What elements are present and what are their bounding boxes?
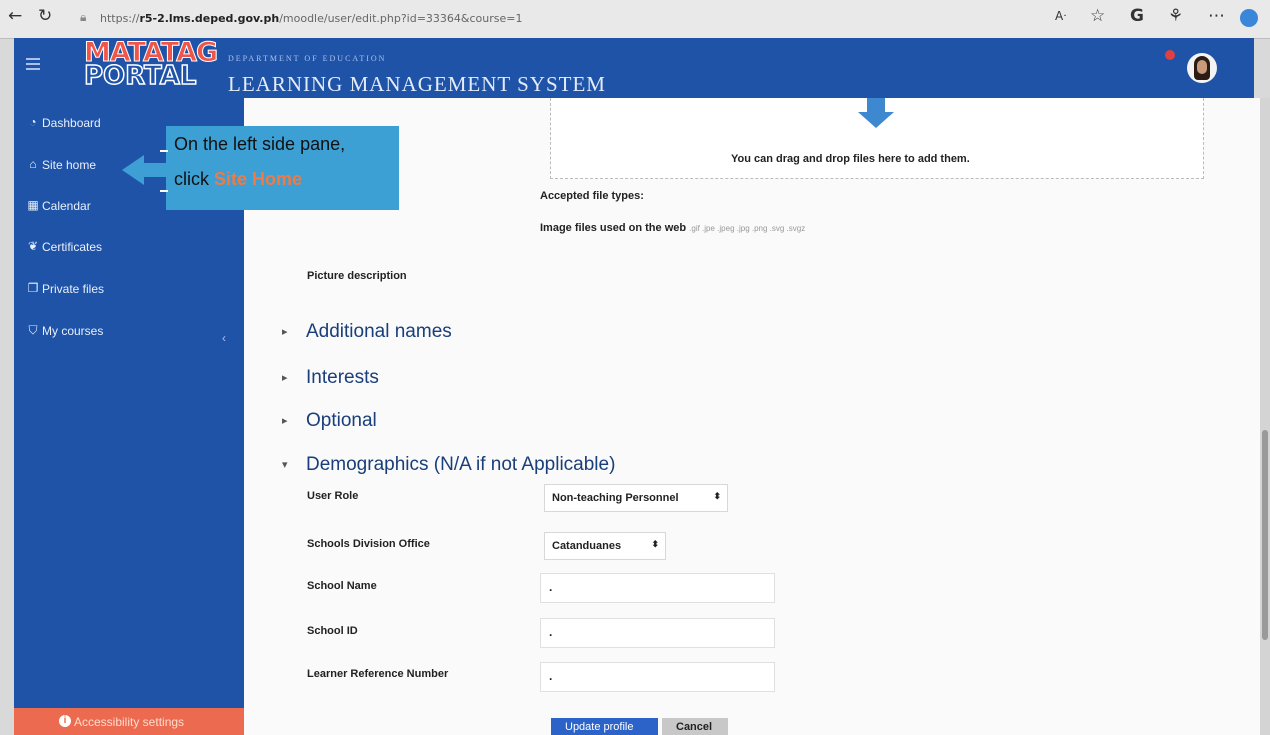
lock-icon[interactable]: 🔒︎ [80,10,86,25]
profile-icon[interactable]: G [1130,6,1144,26]
section-title: Demographics (N/A if not Applicable) [306,454,616,475]
file-icon: ❐ [27,281,39,295]
refresh-icon[interactable]: ↻ [38,6,52,26]
accepted-file-types-label: Accepted file types: [540,190,644,202]
sidebar-item-label: Calendar [42,199,91,213]
instruction-callout: On the left side pane, click Site Home [166,126,399,210]
sidebar-item-label: Site home [42,158,97,172]
address-bar[interactable]: https://r5-2.lms.deped.gov.ph/moodle/use… [100,12,522,25]
callout-arrow-icon [122,155,144,185]
callout-line2: click Site Home [174,169,302,190]
accessibility-icon: i [59,715,71,727]
update-profile-label: Update profile [565,721,634,733]
caret-right-icon: ▸ [282,372,288,385]
section-optional[interactable]: ▸ Optional [282,410,377,432]
caret-down-icon: ▾ [282,459,288,472]
dashboard-icon: ◔ [29,115,37,129]
caret-right-icon: ▸ [282,326,288,339]
callout-prefix: click [174,169,214,189]
dropzone-text: You can drag and drop files here to add … [731,153,970,165]
cancel-label: Cancel [676,721,713,733]
user-avatar[interactable] [1187,53,1217,83]
sidebar-item-certificates[interactable]: ❦ Certificates [14,234,244,260]
section-title: Interests [306,367,379,388]
lrn-value: . [549,669,553,683]
certificate-icon: ❦ [27,239,39,253]
sidebar-item-label: Dashboard [42,116,101,130]
url-path: /moodle/user/edit.php?id=33364&course=1 [279,12,523,25]
graduation-cap-icon: ⛉ [28,323,38,337]
user-role-select[interactable]: Non-teaching Personnel ⬍ [544,484,728,512]
browser-toolbar: ← ↻ 🔒︎ https://r5-2.lms.deped.gov.ph/moo… [0,0,1270,39]
accessibility-label: Accessibility settings [74,715,185,729]
copilot-icon[interactable] [1240,9,1258,27]
favorite-star-icon[interactable]: ☆ [1090,6,1105,26]
scrollbar-thumb[interactable] [1262,430,1268,640]
download-arrow-icon [867,98,885,112]
schools-division-office-label: Schools Division Office [307,538,430,550]
school-id-input[interactable]: . [540,618,775,648]
site-title: LEARNING MANAGEMENT SYSTEM [228,72,606,96]
cancel-button[interactable]: Cancel [662,718,728,735]
sidebar-item-label: My courses [42,324,104,338]
logo-portal[interactable]: PORTAL [83,62,197,90]
notification-badge[interactable] [1165,50,1175,60]
image-extensions: .gif .jpe .jpeg .jpg .png .svg .svgz [689,224,806,233]
department-label: DEPARTMENT OF EDUCATION [228,54,387,63]
user-role-label: User Role [307,490,359,502]
section-title: Optional [306,410,377,431]
section-additional-names[interactable]: ▸ Additional names [282,321,452,343]
sidebar-item-label: Certificates [42,240,103,254]
picture-description-label: Picture description [307,270,407,282]
download-arrow-head [858,112,894,128]
school-id-value: . [549,625,553,639]
callout-bracket-top [160,150,168,152]
home-icon: ⌂ [29,157,37,171]
calendar-icon: ▦ [27,198,39,212]
sidebar-item-label: Private files [42,282,105,296]
section-title: Additional names [306,321,452,342]
callout-line1: On the left side pane, [174,134,346,154]
lrn-input[interactable]: . [540,662,775,692]
file-dropzone[interactable]: You can drag and drop files here to add … [550,98,1204,179]
callout-arrow-body [144,163,168,177]
extensions-icon[interactable]: ⚘ [1168,6,1183,26]
image-files-label: Image files used on the web .gif .jpe .j… [540,222,805,234]
school-name-label: School Name [307,580,377,592]
school-id-label: School ID [307,625,358,637]
chevron-left-icon[interactable]: ‹ [222,331,226,345]
school-name-input[interactable]: . [540,573,775,603]
section-demographics[interactable]: ▾ Demographics (N/A if not Applicable) [282,454,615,476]
url-prefix: https:// [100,12,140,25]
more-icon[interactable]: ⋯ [1208,6,1225,26]
app-header: MATATAG PORTAL DEPARTMENT OF EDUCATION L… [14,38,1254,98]
select-arrows-icon: ⬍ [713,491,721,501]
url-host: r5-2.lms.deped.gov.ph [139,12,280,25]
callout-highlight: Site Home [214,169,303,189]
back-arrow-icon[interactable]: ← [8,6,22,26]
select-arrows-icon: ⬍ [651,539,659,549]
sidebar-item-private-files[interactable]: ❐ Private files [14,276,244,302]
accessibility-settings-button[interactable]: i Accessibility settings [14,708,244,735]
sdo-value: Catanduanes [552,540,622,552]
update-profile-button[interactable]: Update profile [551,718,658,735]
sidebar-item-my-courses[interactable]: ⛉ My courses [14,318,244,344]
read-aloud-icon[interactable]: Aᐧ [1055,9,1066,23]
hamburger-menu-icon[interactable] [26,58,40,70]
image-files-text: Image files used on the web [540,222,687,234]
schools-division-office-select[interactable]: Catanduanes ⬍ [544,532,666,560]
section-interests[interactable]: ▸ Interests [282,367,379,389]
callout-bracket-bottom [160,190,168,192]
lrn-label: Learner Reference Number [307,668,449,680]
user-role-value: Non-teaching Personnel [552,492,679,504]
caret-right-icon: ▸ [282,415,288,428]
school-name-value: . [549,580,553,594]
